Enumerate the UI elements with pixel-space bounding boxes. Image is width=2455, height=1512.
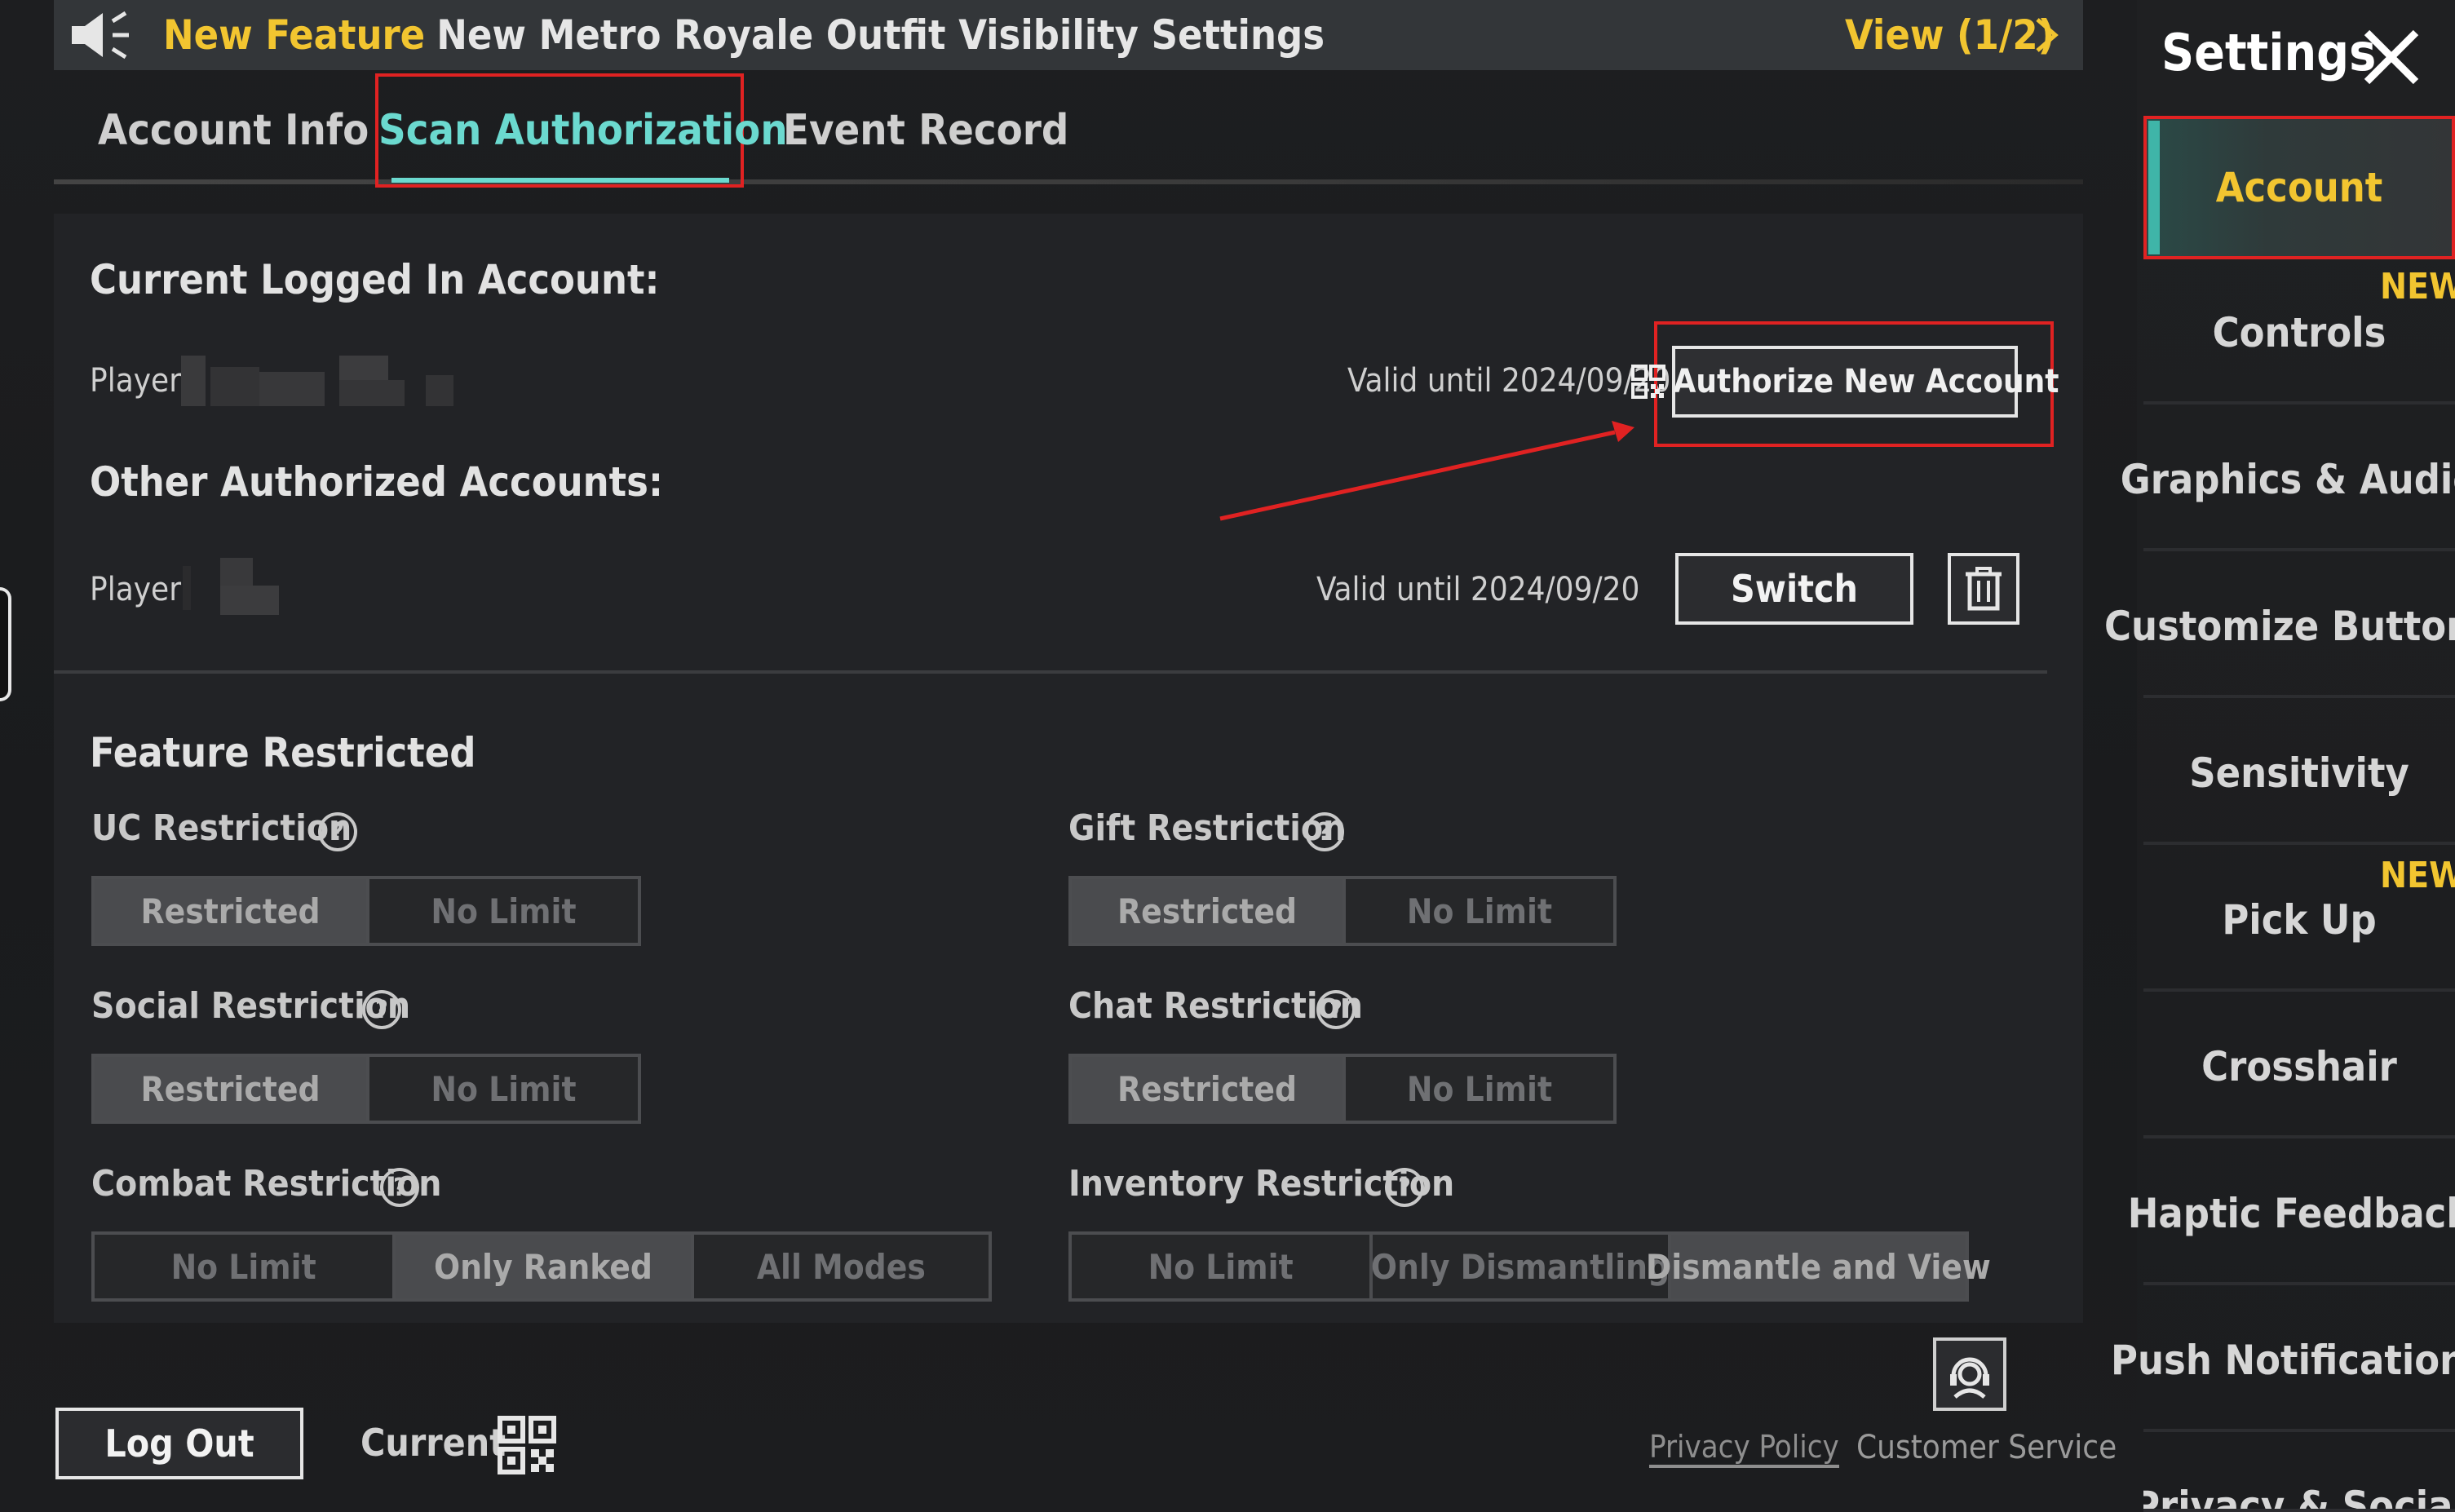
chat-option-no-limit[interactable]: No Limit <box>1343 1057 1613 1121</box>
player-name-redacted <box>183 558 281 615</box>
sidebar-item-push-notifications[interactable]: Push Notifications <box>2111 1292 2455 1432</box>
svg-text:?: ? <box>1318 818 1331 847</box>
feature-restricted-heading: Feature Restricted <box>90 729 476 776</box>
tab-scan-authorization[interactable]: Scan Authorization <box>375 73 788 188</box>
help-circle-icon[interactable]: ? <box>361 988 403 1031</box>
player-label: Player: <box>90 362 191 400</box>
help-circle-icon[interactable]: ? <box>1315 988 1357 1031</box>
svg-text:?: ? <box>1329 996 1343 1024</box>
authorize-new-account-button[interactable]: Authorize New Account <box>1630 346 2059 418</box>
social-option-restricted[interactable]: Restricted <box>95 1057 366 1121</box>
sidebar-item-haptic-feedback[interactable]: Haptic Feedback <box>2128 1145 2455 1285</box>
gift-option-restricted[interactable]: Restricted <box>1072 879 1343 943</box>
social-option-no-limit[interactable]: No Limit <box>366 1057 638 1121</box>
trash-icon <box>1962 566 2005 612</box>
uc-option-restricted[interactable]: Restricted <box>95 879 366 943</box>
chat-option-restricted[interactable]: Restricted <box>1072 1057 1343 1121</box>
current-valid-until: Valid until 2024/09/20 <box>1347 362 1671 400</box>
svg-text:?: ? <box>1398 1174 1411 1202</box>
chat-restriction-toggle: Restricted No Limit <box>1068 1054 1617 1124</box>
edge-handle <box>0 587 11 701</box>
sidebar-item-privacy-social[interactable]: Privacy & Social <box>2143 1439 2455 1512</box>
social-restriction-toggle: Restricted No Limit <box>91 1054 641 1124</box>
other-valid-until: Valid until 2024/09/20 <box>1316 571 1640 608</box>
close-icon[interactable] <box>2359 24 2424 90</box>
current-label: Current <box>361 1421 506 1465</box>
other-accounts-heading: Other Authorized Accounts: <box>90 458 663 506</box>
uc-option-no-limit[interactable]: No Limit <box>366 879 638 943</box>
banner-new-label: New Feature <box>163 11 426 59</box>
gift-option-no-limit[interactable]: No Limit <box>1343 879 1613 943</box>
help-circle-icon[interactable]: ? <box>316 811 359 853</box>
banner-text: New Feature New Metro Royale Outfit Visib… <box>163 0 1325 70</box>
sidebar-item-graphics-audio[interactable]: Graphics & Audio <box>2121 411 2455 551</box>
section-divider <box>54 670 2047 674</box>
help-circle-icon[interactable]: ? <box>378 1166 421 1209</box>
chevron-right-icon[interactable] <box>2033 16 2060 54</box>
combat-option-only-ranked[interactable]: Only Ranked <box>392 1235 691 1298</box>
inventory-restriction-toggle: No Limit Only Dismantling Dismantle and … <box>1068 1231 1991 1302</box>
banner-view-link[interactable]: View (1/2) <box>1845 0 2055 70</box>
player-label: Player: <box>90 571 191 608</box>
customer-service-icon[interactable] <box>1933 1337 2006 1411</box>
banner-title: New Metro Royale Outfit Visibility Setti… <box>436 11 1325 59</box>
privacy-policy-link[interactable]: Privacy Policy <box>1649 1429 1839 1468</box>
uc-restriction-toggle: Restricted No Limit <box>91 876 641 946</box>
settings-title: Settings <box>2161 23 2377 82</box>
current-account-heading: Current Logged In Account: <box>90 256 660 303</box>
tab-divider <box>54 179 2083 184</box>
new-badge: NEW <box>2380 855 2455 896</box>
tab-event-record[interactable]: Event Record <box>783 73 1068 188</box>
speaker-icon <box>69 10 134 60</box>
combat-option-no-limit[interactable]: No Limit <box>95 1235 392 1298</box>
inventory-option-dismantle-and-view[interactable]: Dismantle and View <box>1646 1235 1991 1298</box>
combat-restriction-toggle: No Limit Only Ranked All Modes <box>91 1231 992 1302</box>
sidebar-item-account[interactable]: Account <box>2143 116 2455 259</box>
tab-account-info[interactable]: Account Info <box>98 73 369 188</box>
switch-button[interactable]: Switch <box>1675 553 1913 625</box>
uc-restriction-label: UC Restriction <box>91 807 352 849</box>
svg-text:?: ? <box>375 996 388 1024</box>
inventory-option-no-limit[interactable]: No Limit <box>1072 1235 1369 1298</box>
annotation-arrow <box>1215 418 1639 524</box>
active-tab-underline <box>391 178 729 183</box>
sidebar-item-sensitivity[interactable]: Sensitivity <box>2143 705 2455 845</box>
customer-service-label[interactable]: Customer Service <box>1856 1429 2117 1466</box>
svg-text:?: ? <box>393 1174 406 1202</box>
gift-restriction-toggle: Restricted No Limit <box>1068 876 1617 946</box>
delete-account-button[interactable] <box>1948 553 2019 625</box>
authorize-new-account-label: Authorize New Account <box>1673 363 2059 400</box>
player-name-redacted <box>181 356 453 406</box>
help-circle-icon[interactable]: ? <box>1383 1166 1426 1209</box>
sidebar-item-customize-buttons[interactable]: Customize Buttons <box>2104 558 2455 698</box>
active-indicator <box>2148 121 2160 254</box>
new-badge: NEW <box>2380 266 2455 307</box>
sidebar-item-crosshair[interactable]: Crosshair <box>2143 998 2455 1138</box>
combat-option-all-modes[interactable]: All Modes <box>690 1235 989 1298</box>
qr-code-icon <box>1630 365 1665 399</box>
qr-code-icon[interactable] <box>498 1416 556 1474</box>
svg-text:?: ? <box>331 818 344 847</box>
log-out-button[interactable]: Log Out <box>55 1408 303 1479</box>
inventory-option-only-dismantling[interactable]: Only Dismantling <box>1369 1235 1670 1298</box>
help-circle-icon[interactable]: ? <box>1303 811 1346 853</box>
